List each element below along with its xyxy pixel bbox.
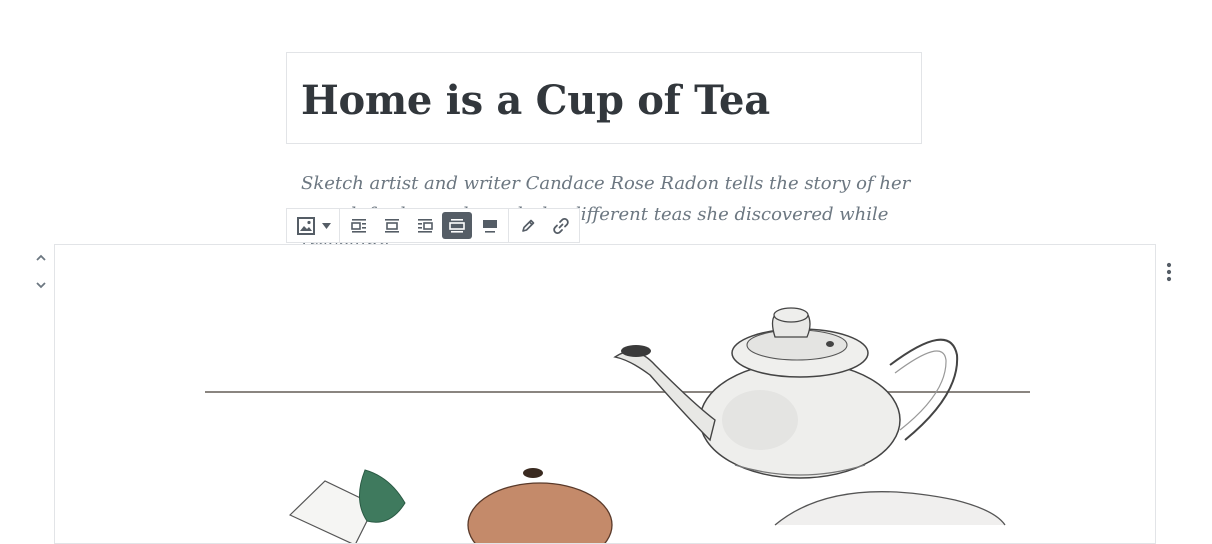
align-center-icon (384, 218, 399, 233)
align-left-icon (350, 218, 366, 233)
move-up-button[interactable] (30, 247, 52, 269)
chevron-up-icon (36, 254, 46, 261)
block-settings-button[interactable] (1158, 260, 1180, 284)
align-right-icon (417, 218, 433, 233)
edit-image-button[interactable] (511, 209, 544, 242)
image-block[interactable] (54, 244, 1156, 544)
image-icon (296, 216, 315, 235)
chevron-down-icon (36, 282, 46, 289)
block-switcher-button[interactable] (289, 209, 337, 242)
alignment-group (340, 209, 509, 242)
move-down-button[interactable] (30, 274, 52, 296)
align-right-button[interactable] (408, 209, 441, 242)
insert-link-button[interactable] (544, 209, 577, 242)
align-wide-icon (449, 218, 465, 233)
block-toolbar (286, 208, 580, 243)
align-left-button[interactable] (342, 209, 375, 242)
align-full-icon (482, 219, 497, 233)
align-wide-button[interactable] (442, 212, 472, 239)
align-full-button[interactable] (473, 209, 506, 242)
tea-illustration-image (205, 307, 1030, 543)
block-switcher-group (287, 209, 340, 242)
caret-down-icon (321, 222, 331, 229)
post-title-block[interactable]: Home is a Cup of Tea (286, 52, 922, 144)
align-center-button[interactable] (375, 209, 408, 242)
post-title[interactable]: Home is a Cup of Tea (301, 77, 770, 125)
link-icon (552, 217, 569, 234)
edit-icon (521, 219, 534, 232)
more-vertical-icon (1166, 262, 1172, 282)
actions-group (509, 209, 579, 242)
